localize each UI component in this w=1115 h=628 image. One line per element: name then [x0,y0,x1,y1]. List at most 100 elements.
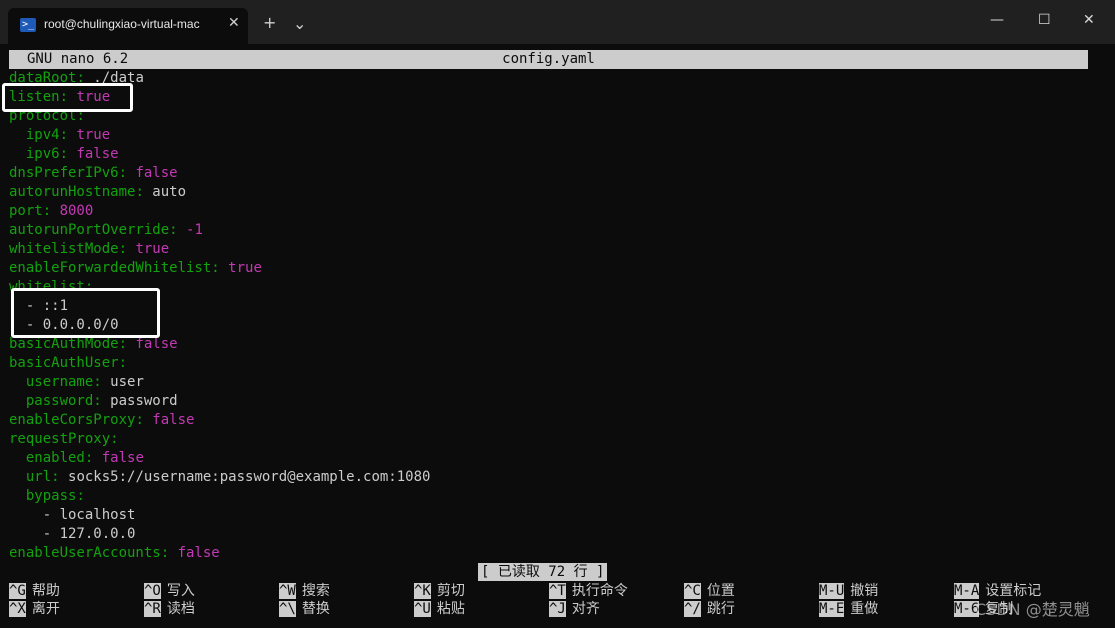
highlight-box-whitelist [11,288,160,338]
yaml-value: true [228,260,262,276]
shortcut-key: ^R [144,601,161,617]
shortcut-key: M-U [819,583,845,599]
shortcut-label: 执行命令 [571,583,628,599]
shortcut-item: ^J 对齐 [549,600,600,619]
shortcut-item: ^X 离开 [9,600,60,619]
yaml-key: basicAuthUser [9,355,119,371]
shortcut-item: M-E 重做 [819,600,878,619]
yaml-key: username [25,374,94,390]
yaml-line: port: 8000 [9,203,94,219]
nano-header: config.yaml GNU nano 6.2 [9,50,1088,69]
yaml-line: bypass: [25,488,85,504]
yaml-key: bypass [25,488,77,504]
yaml-value: - localhost [42,507,136,523]
maximize-button[interactable]: ☐ [1038,12,1051,28]
shortcut-item: ^C 位置 [684,582,735,601]
shortcut-key: ^X [9,601,26,617]
yaml-value: false [135,336,178,352]
yaml-key: ipv4 [25,127,60,143]
yaml-line: username: user [25,374,144,390]
yaml-value: - 127.0.0.0 [42,526,136,542]
shortcut-key: ^O [144,583,161,599]
yaml-line: autorunPortOverride: -1 [9,222,203,238]
yaml-line: url: socks5://username:password@example.… [25,469,431,485]
shortcut-label: 读档 [166,601,195,617]
shortcut-key: ^C [684,583,701,599]
yaml-value: auto [152,184,187,200]
yaml-line: enableForwardedWhitelist: true [9,260,262,276]
yaml-value: true [76,127,111,143]
title-bar: >_ root@chulingxiao-virtual-mac ✕ + ⌄ — … [0,0,1115,44]
yaml-key: url [25,469,52,485]
minimize-button[interactable]: — [990,12,1004,28]
terminal-tab[interactable]: >_ root@chulingxiao-virtual-mac ✕ [8,8,248,44]
yaml-line: autorunHostname: auto [9,184,187,200]
nano-version: GNU nano 6.2 [27,51,129,67]
shortcut-key: ^U [414,601,431,617]
shortcut-item: ^G 帮助 [9,582,60,601]
shortcut-label: 替换 [301,601,330,617]
yaml-line: ipv4: true [25,127,111,143]
yaml-key: enableUserAccounts [9,545,161,561]
yaml-line: enableCorsProxy: false [9,412,195,428]
shortcut-label: 重做 [850,601,879,617]
yaml-line: password: password [25,393,178,409]
shortcut-key: ^G [9,583,26,599]
shortcut-key: ^T [549,583,566,599]
shortcut-key: M-E [819,601,845,617]
yaml-line: enableUserAccounts: false [9,545,220,561]
close-button[interactable]: ✕ [1083,12,1095,28]
shortcut-label: 帮助 [31,583,60,599]
yaml-line: enabled: false [25,450,144,466]
yaml-key: enableCorsProxy [9,412,136,428]
tab-dropdown-icon[interactable]: ⌄ [293,14,306,33]
yaml-key: dnsPreferIPv6 [9,165,119,181]
shortcut-item: ^K 剪切 [414,582,465,601]
yaml-line: whitelistMode: true [9,241,170,257]
yaml-line: dnsPreferIPv6: false [9,165,178,181]
shortcut-label: 粘贴 [436,601,465,617]
shortcut-key: ^W [279,583,296,599]
yaml-value: false [76,146,119,162]
shortcut-item: ^\ 替换 [279,600,330,619]
shortcut-key: ^K [414,583,431,599]
yaml-key: password [25,393,94,409]
shortcut-label: 离开 [31,601,60,617]
shortcut-item: ^T 执行命令 [549,582,628,601]
shortcut-item: ^R 读档 [144,600,195,619]
yaml-value: 8000 [59,203,94,219]
shortcut-item: ^O 写入 [144,582,195,601]
shortcut-label: 搜索 [301,583,330,599]
shortcut-item: M-U 撤销 [819,582,878,601]
yaml-line: requestProxy: [9,431,119,447]
yaml-key: ipv6 [25,146,60,162]
nano-filename: config.yaml [502,51,595,67]
yaml-value: password [110,393,178,409]
yaml-key: enabled [25,450,85,466]
yaml-line: ipv6: false [25,146,119,162]
yaml-value: -1 [186,222,203,238]
nano-status: [ 已读取 72 行 ] [478,563,608,581]
yaml-line: basicAuthUser: [9,355,128,371]
shortcut-label: 对齐 [571,601,600,617]
shortcut-label: 撤销 [850,583,879,599]
tab-close-icon[interactable]: ✕ [228,15,240,31]
yaml-value: true [135,241,170,257]
new-tab-button[interactable]: + [263,13,276,32]
shortcut-key: ^\ [279,601,296,617]
shortcut-label: 写入 [166,583,195,599]
yaml-key: requestProxy [9,431,111,447]
shortcut-label: 跳行 [706,601,735,617]
yaml-key: port [9,203,43,219]
yaml-value: user [110,374,144,390]
yaml-key: enableForwardedWhitelist [9,260,212,276]
powershell-icon: >_ [20,18,36,32]
shortcut-key: ^J [549,601,566,617]
shortcut-item: ^/ 跳行 [684,600,735,619]
yaml-key: autorunHostname [9,184,136,200]
highlight-box-listen [2,83,133,112]
yaml-value: socks5://username:password@example.com:1… [68,469,431,485]
yaml-key: whitelistMode [9,241,119,257]
watermark: CSDN @楚灵魈 [975,600,1090,619]
yaml-key: basicAuthMode [9,336,119,352]
